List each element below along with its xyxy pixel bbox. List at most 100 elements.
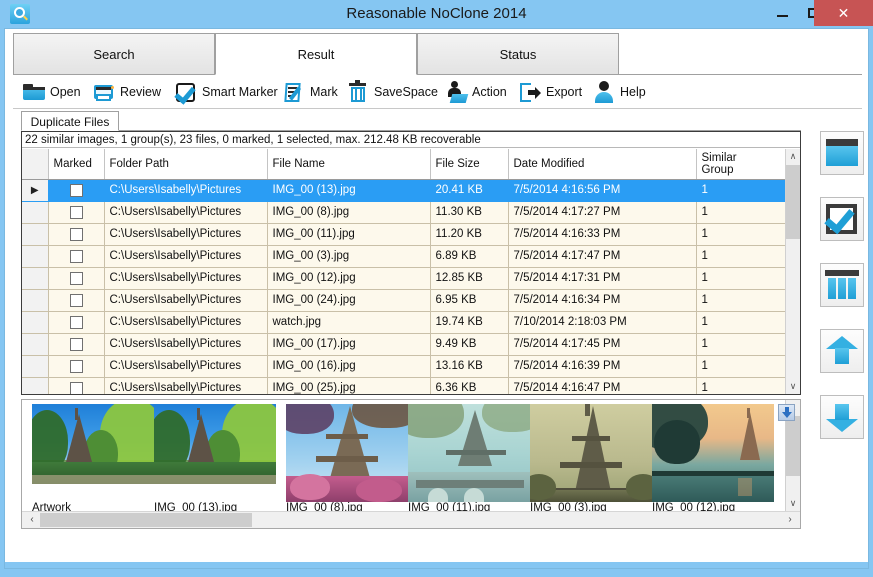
- client-area: Search Result Status Open Review: [4, 28, 869, 569]
- download-arrow-icon[interactable]: [778, 404, 795, 421]
- scroll-up-icon[interactable]: ∧: [786, 149, 800, 164]
- checkbox-icon[interactable]: [70, 382, 83, 395]
- table-row[interactable]: ▶C:\Users\Isabelly\PicturesIMG_00 (13).j…: [22, 179, 785, 201]
- row-date-modified: 7/5/2014 4:16:47 PM: [508, 377, 696, 395]
- row-file-size: 6.95 KB: [430, 289, 508, 311]
- table-row[interactable]: C:\Users\Isabelly\PicturesIMG_00 (17).jp…: [22, 333, 785, 355]
- right-mark-button[interactable]: [820, 197, 864, 241]
- tab-result[interactable]: Result: [215, 33, 417, 75]
- toolbar-savespace-button[interactable]: SaveSpace: [345, 77, 438, 107]
- table-row[interactable]: C:\Users\Isabelly\PicturesIMG_00 (24).jp…: [22, 289, 785, 311]
- checkbox-icon[interactable]: [70, 250, 83, 263]
- row-marked-checkbox[interactable]: [48, 311, 104, 333]
- tab-search[interactable]: Search: [13, 33, 215, 75]
- thumbnail-horizontal-scrollbar[interactable]: ‹ ›: [22, 511, 800, 528]
- row-indicator: [22, 267, 48, 289]
- column-header-date-modified[interactable]: Date Modified: [508, 149, 696, 179]
- row-marked-checkbox[interactable]: [48, 355, 104, 377]
- checkbox-icon[interactable]: [70, 360, 83, 373]
- checkbox-icon[interactable]: [70, 316, 83, 329]
- checkbox-icon[interactable]: [70, 272, 83, 285]
- checkbox-icon[interactable]: [70, 228, 83, 241]
- thumbnail-item[interactable]: IMG_00 (13).jpg: [154, 404, 276, 514]
- row-file-size: 6.36 KB: [430, 377, 508, 395]
- table-header-row: Marked Folder Path File Name File Size D…: [22, 149, 785, 179]
- thumb-scroll-right-icon[interactable]: ›: [782, 512, 798, 528]
- row-folder-path: C:\Users\Isabelly\Pictures: [104, 223, 267, 245]
- table-row[interactable]: C:\Users\Isabelly\Pictureswatch.jpg19.74…: [22, 311, 785, 333]
- table-row[interactable]: C:\Users\Isabelly\PicturesIMG_00 (3).jpg…: [22, 245, 785, 267]
- row-similar-group: 1: [696, 267, 785, 289]
- toolbar-smart-marker-button[interactable]: Smart Marker: [173, 77, 278, 107]
- scroll-down-icon[interactable]: ∨: [786, 379, 800, 394]
- thumbnail-vscrollbar-thumb[interactable]: [786, 416, 800, 476]
- right-open-button[interactable]: [820, 131, 864, 175]
- thumbnail-hscrollbar-thumb[interactable]: [40, 513, 252, 527]
- row-date-modified: 7/5/2014 4:17:47 PM: [508, 245, 696, 267]
- thumbnail-image[interactable]: [286, 404, 408, 502]
- toolbar-open-button[interactable]: Open: [21, 77, 81, 107]
- application-window: Reasonable NoClone 2014 ✕ Search Result …: [0, 0, 873, 577]
- row-file-name: IMG_00 (8).jpg: [267, 201, 430, 223]
- row-marked-checkbox[interactable]: [48, 333, 104, 355]
- row-date-modified: 7/5/2014 4:16:34 PM: [508, 289, 696, 311]
- toolbar-help-button[interactable]: Help: [591, 77, 646, 107]
- thumbnail-image[interactable]: [652, 404, 774, 502]
- thumbnail-image[interactable]: [408, 404, 530, 502]
- table-row[interactable]: C:\Users\Isabelly\PicturesIMG_00 (8).jpg…: [22, 201, 785, 223]
- row-file-size: 9.49 KB: [430, 333, 508, 355]
- checkbox-icon[interactable]: [70, 338, 83, 351]
- column-header-file-size[interactable]: File Size: [430, 149, 508, 179]
- right-savespace-button[interactable]: [820, 263, 864, 307]
- right-move-up-button[interactable]: [820, 329, 864, 373]
- column-header-similar-group[interactable]: Similar Group: [696, 149, 785, 179]
- table-row[interactable]: C:\Users\Isabelly\PicturesIMG_00 (11).jp…: [22, 223, 785, 245]
- tab-status[interactable]: Status: [417, 33, 619, 75]
- thumbnail-image[interactable]: [530, 404, 652, 502]
- thumbnail-item[interactable]: Artwork: [32, 404, 154, 514]
- row-similar-group: 1: [696, 377, 785, 395]
- checkbox-icon[interactable]: [70, 294, 83, 307]
- grid-scrollbar-thumb[interactable]: [786, 165, 800, 239]
- toolbar-action-button[interactable]: Action: [443, 77, 507, 107]
- thumbnail-image[interactable]: [32, 404, 154, 484]
- grid-vertical-scrollbar[interactable]: ∧ ∨: [785, 149, 800, 394]
- close-icon: ✕: [814, 0, 873, 26]
- row-date-modified: 7/5/2014 4:17:27 PM: [508, 201, 696, 223]
- row-folder-path: C:\Users\Isabelly\Pictures: [104, 245, 267, 267]
- toolbar-export-button[interactable]: Export: [517, 77, 582, 107]
- person-icon: [591, 79, 617, 105]
- row-marked-checkbox[interactable]: [48, 223, 104, 245]
- thumbnail-item[interactable]: IMG_00 (12).jpg: [652, 404, 774, 514]
- checkbox-icon[interactable]: [70, 184, 83, 197]
- thumb-scroll-down-icon[interactable]: ∨: [786, 496, 800, 511]
- row-indicator: [22, 245, 48, 267]
- column-header-marked[interactable]: Marked: [48, 149, 104, 179]
- table-row[interactable]: C:\Users\Isabelly\PicturesIMG_00 (16).jp…: [22, 355, 785, 377]
- column-header-file-name[interactable]: File Name: [267, 149, 430, 179]
- row-folder-path: C:\Users\Isabelly\Pictures: [104, 355, 267, 377]
- row-marked-checkbox[interactable]: [48, 179, 104, 201]
- checkbox-icon[interactable]: [70, 206, 83, 219]
- thumb-scroll-left-icon[interactable]: ‹: [24, 512, 40, 528]
- row-marked-checkbox[interactable]: [48, 245, 104, 267]
- toolbar-review-button[interactable]: Review: [91, 77, 161, 107]
- toolbar-mark-button[interactable]: Mark: [281, 77, 338, 107]
- export-door-icon: [517, 79, 543, 105]
- window-bottom-strip: [5, 562, 868, 568]
- row-marked-checkbox[interactable]: [48, 267, 104, 289]
- thumbnail-item[interactable]: IMG_00 (11).jpg: [408, 404, 530, 514]
- thumbnail-image[interactable]: [154, 404, 276, 484]
- minimize-button[interactable]: [768, 2, 796, 24]
- close-button[interactable]: ✕: [814, 0, 873, 26]
- thumbnail-item[interactable]: IMG_00 (8).jpg: [286, 404, 408, 514]
- right-move-down-button[interactable]: [820, 395, 864, 439]
- table-row[interactable]: C:\Users\Isabelly\PicturesIMG_00 (12).jp…: [22, 267, 785, 289]
- row-marked-checkbox[interactable]: [48, 201, 104, 223]
- column-header-folder-path[interactable]: Folder Path: [104, 149, 267, 179]
- thumbnail-item[interactable]: IMG_00 (3).jpg: [530, 404, 652, 514]
- subtab-duplicate-files[interactable]: Duplicate Files: [21, 111, 119, 131]
- row-marked-checkbox[interactable]: [48, 289, 104, 311]
- table-row[interactable]: C:\Users\Isabelly\PicturesIMG_00 (25).jp…: [22, 377, 785, 395]
- row-marked-checkbox[interactable]: [48, 377, 104, 395]
